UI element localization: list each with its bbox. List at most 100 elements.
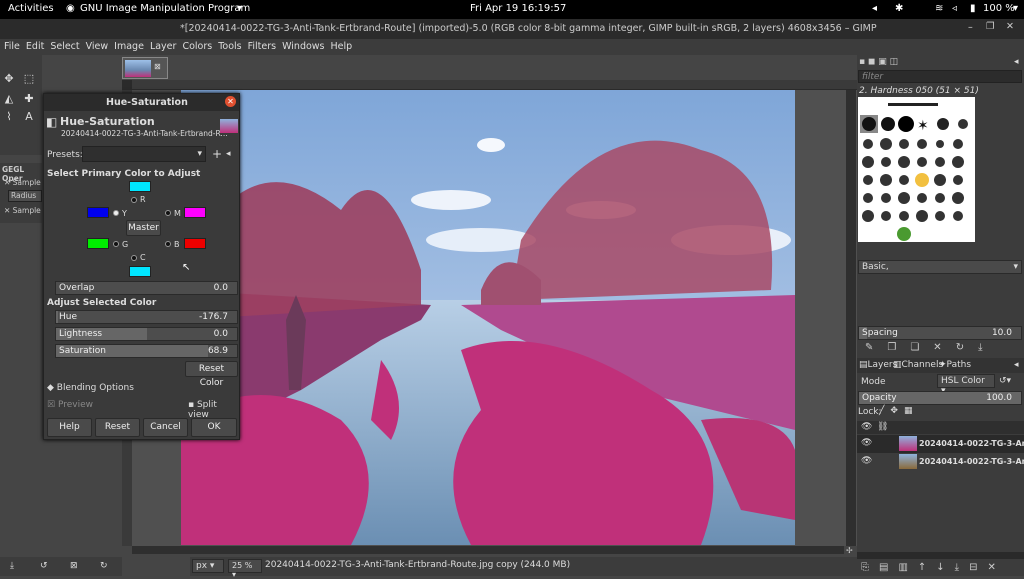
app-menu[interactable]: GNU Image Manipulation Program <box>80 3 250 14</box>
text-tool-icon[interactable]: A <box>23 111 35 123</box>
swatch-green[interactable] <box>87 238 109 249</box>
unit-select[interactable]: px ▾ <box>192 559 224 573</box>
horizontal-scrollbar[interactable] <box>132 546 844 554</box>
layer-actions-icons[interactable]: ⎘▤▥↑↓⤓⊟✕ <box>861 562 1006 573</box>
menu-windows[interactable]: Windows <box>279 40 327 53</box>
dock-menu-icon[interactable]: ◂ <box>1014 57 1019 67</box>
brush-actions-icons[interactable]: ✎❐❏✕↻⤓ <box>865 342 997 353</box>
layer-row[interactable]: 👁 20240414-0022-TG-3-Anti-Tar <box>857 453 1024 471</box>
menu-image[interactable]: Image <box>111 40 147 53</box>
restore-icon[interactable]: ↺ <box>40 561 48 571</box>
hue-slider[interactable]: Hue -176.7 <box>55 310 238 324</box>
reset-color-button[interactable]: Reset Color <box>185 361 238 388</box>
sample-row-2[interactable]: ✕ Sample <box>4 206 41 215</box>
minimize-button[interactable]: – <box>968 22 973 33</box>
power-menu-icon[interactable]: ▾ <box>1013 3 1018 14</box>
accessibility-icon[interactable]: ✱ <box>895 3 903 14</box>
cancel-button[interactable]: Cancel <box>143 418 188 437</box>
dock-menu-icon[interactable]: ◂ <box>1014 360 1019 370</box>
brush-filter-input[interactable]: filter <box>858 70 1022 83</box>
brush-preset-select[interactable]: Basic, ▾ <box>858 260 1022 274</box>
menu-tools[interactable]: Tools <box>215 40 244 53</box>
navigate-icon[interactable]: ✢ <box>846 546 856 556</box>
eye-icon[interactable]: 👁 <box>861 456 872 466</box>
spacing-slider[interactable]: Spacing 10.0 <box>858 326 1022 340</box>
move-tool-icon[interactable]: ✥ <box>3 73 15 85</box>
radio-cyan[interactable] <box>131 255 137 261</box>
reset-icon[interactable]: ↻ <box>100 561 108 571</box>
master-button[interactable]: Master <box>126 220 161 236</box>
battery-icon[interactable]: ▮ <box>970 3 976 14</box>
menu-colors[interactable]: Colors <box>179 40 215 53</box>
blending-options-label: Blending Options <box>56 383 134 393</box>
mode-select[interactable]: HSL Color ▾ <box>937 374 995 396</box>
tab-channels[interactable]: ▥Channels <box>893 360 943 370</box>
tab-layers[interactable]: ▤Layers <box>859 360 897 370</box>
menu-view[interactable]: View <box>83 40 112 53</box>
add-preset-icon[interactable]: + <box>212 147 222 161</box>
zoom-select[interactable]: 25 % ▾ <box>228 559 262 579</box>
help-button[interactable]: Help <box>47 418 92 437</box>
close-icon[interactable]: ✕ <box>225 96 236 107</box>
layers-scrollbar[interactable] <box>857 552 1024 559</box>
vertical-scrollbar[interactable] <box>846 90 856 546</box>
presets-select[interactable]: ▾ <box>82 146 206 162</box>
radio-red[interactable] <box>131 197 137 203</box>
layer-name[interactable]: 20240414-0022-TG-3-Anti-Tar <box>919 457 1024 466</box>
image-canvas[interactable] <box>181 90 795 545</box>
radio-yellow[interactable] <box>113 210 119 216</box>
menu-select[interactable]: Select <box>47 40 82 53</box>
split-view-checkbox[interactable]: ▪ Split view <box>188 400 239 420</box>
brush-grid[interactable]: ✶ <box>858 97 975 242</box>
brushes-tab-icons[interactable]: ▪ ◼ ▣ ◫ <box>859 57 898 67</box>
saturation-slider[interactable]: Saturation 68.9 <box>55 344 238 358</box>
reset-button[interactable]: Reset <box>95 418 140 437</box>
radius-field[interactable]: Radius <box>8 190 42 202</box>
swatch-red[interactable] <box>184 238 206 249</box>
menu-help[interactable]: Help <box>328 40 356 53</box>
lightness-slider[interactable]: Lightness 0.0 <box>55 327 238 341</box>
swatch-cyan-bottom[interactable] <box>129 266 151 277</box>
ok-button[interactable]: OK <box>191 418 237 437</box>
sample-row-1[interactable]: ✕ Sample <box>4 178 41 187</box>
menu-edit[interactable]: Edit <box>23 40 47 53</box>
dialog-titlebar[interactable]: Hue-Saturation ✕ <box>44 94 239 111</box>
right-dock: ▪ ◼ ▣ ◫ ◂ filter 2. Hardness 050 (51 × 5… <box>857 55 1024 576</box>
radio-blue[interactable] <box>165 241 171 247</box>
swatch-cyan-top[interactable] <box>129 181 151 192</box>
overlap-slider[interactable]: Overlap 0.0 <box>55 281 238 295</box>
speaker-icon[interactable]: ◃ <box>952 3 957 14</box>
lock-icons[interactable]: ╱✥▦ <box>879 406 918 416</box>
swatch-blue[interactable] <box>87 207 109 218</box>
horizontal-ruler[interactable] <box>122 80 857 90</box>
rect-select-tool-icon[interactable]: ⬚ <box>23 73 35 85</box>
bucket-fill-tool-icon[interactable]: ◭ <box>3 93 15 105</box>
radio-magenta[interactable] <box>165 210 171 216</box>
layer-row[interactable]: 👁 20240414-0022-TG-3-Anti-Tar <box>857 435 1024 453</box>
mode-reset-icon[interactable]: ↺▾ <box>999 376 1011 386</box>
volume-icon[interactable]: ◂ <box>872 3 877 14</box>
clock[interactable]: Fri Apr 19 16:19:57 <box>470 3 566 14</box>
radio-green[interactable] <box>113 241 119 247</box>
menu-filters[interactable]: Filters <box>245 40 279 53</box>
wifi-icon[interactable]: ≋ <box>935 3 943 14</box>
menu-file[interactable]: File <box>1 40 23 53</box>
swatch-magenta[interactable] <box>184 207 206 218</box>
preview-checkbox[interactable]: ☒ Preview <box>47 400 93 410</box>
image-tab-thumbnail[interactable]: ⊠ <box>122 57 168 79</box>
save-preset-icon[interactable]: ⤓ <box>10 561 14 571</box>
opacity-slider[interactable]: Opacity 100.0 <box>858 391 1022 405</box>
maximize-button[interactable]: ❐ <box>986 21 995 32</box>
layer-name[interactable]: 20240414-0022-TG-3-Anti-Tar <box>919 439 1024 448</box>
tab-paths[interactable]: ✦Paths <box>939 360 971 370</box>
heal-tool-icon[interactable]: ✚ <box>23 93 35 105</box>
delete-icon[interactable]: ⊠ <box>70 561 78 571</box>
close-button[interactable]: ✕ <box>1006 21 1014 32</box>
activities-button[interactable]: Activities <box>8 3 54 14</box>
preset-menu-icon[interactable]: ◂ <box>226 149 231 159</box>
paths-tool-icon[interactable]: ⌇ <box>3 111 15 123</box>
menu-layer[interactable]: Layer <box>147 40 180 53</box>
blending-options-expander[interactable]: ◆ Blending Options <box>47 383 134 393</box>
close-tab-icon[interactable]: ⊠ <box>154 62 161 71</box>
eye-icon[interactable]: 👁 <box>861 438 872 448</box>
